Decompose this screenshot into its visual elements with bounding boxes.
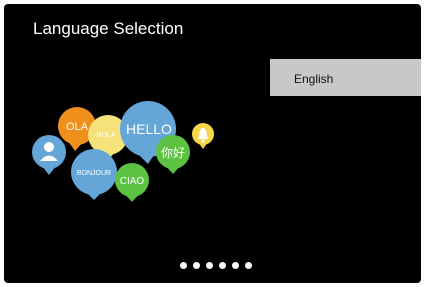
page-dot[interactable] bbox=[232, 262, 239, 269]
greetings-illustration: OLA HOLA HELLO BONJOUR 你好 CIAO bbox=[32, 101, 214, 202]
page-dot[interactable] bbox=[193, 262, 200, 269]
hola-label: HOLA bbox=[96, 132, 115, 139]
page-dot[interactable] bbox=[245, 262, 252, 269]
nihao-bubble: 你好 bbox=[156, 135, 190, 174]
page-dot[interactable] bbox=[180, 262, 187, 269]
bell-bubble-icon bbox=[192, 123, 214, 149]
ola-label: OLA bbox=[66, 121, 89, 133]
ciao-label: CIAO bbox=[120, 176, 145, 187]
nihao-label: 你好 bbox=[161, 146, 185, 160]
ciao-bubble: CIAO bbox=[115, 163, 149, 202]
hello-label: HELLO bbox=[126, 121, 172, 137]
bonjour-label: BONJOUR bbox=[77, 170, 111, 177]
bonjour-bubble: BONJOUR bbox=[71, 149, 117, 200]
page-indicator bbox=[180, 262, 252, 269]
page-dot[interactable] bbox=[219, 262, 226, 269]
language-selection-screen: Language Selection English OLA HOLA HELL… bbox=[4, 4, 421, 283]
page-dot[interactable] bbox=[206, 262, 213, 269]
person-bubble-icon bbox=[32, 135, 66, 175]
